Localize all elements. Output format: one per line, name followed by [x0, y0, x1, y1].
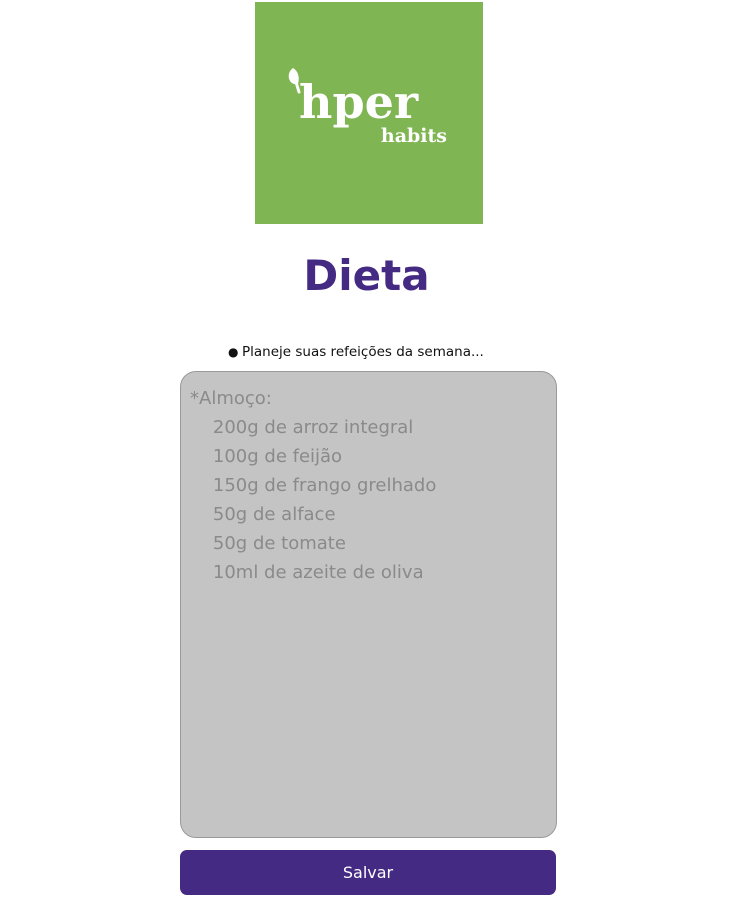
- logo: hper habits: [255, 2, 483, 224]
- logo-brand-sub: habits: [381, 125, 447, 147]
- diet-textarea[interactable]: [180, 371, 557, 838]
- logo-brand-main: hper: [299, 75, 419, 129]
- tip-text: Planeje suas refeições da semana...: [242, 344, 484, 360]
- tip-item: ● Planeje suas refeições da semana...: [228, 343, 484, 361]
- hyper-habits-logo: hper habits: [288, 68, 447, 147]
- save-button[interactable]: Salvar: [180, 850, 556, 895]
- page-title: Dieta: [303, 251, 430, 300]
- tips-list: ● Planeje suas refeições da semana...: [228, 343, 484, 361]
- bullet-icon: ●: [228, 345, 239, 359]
